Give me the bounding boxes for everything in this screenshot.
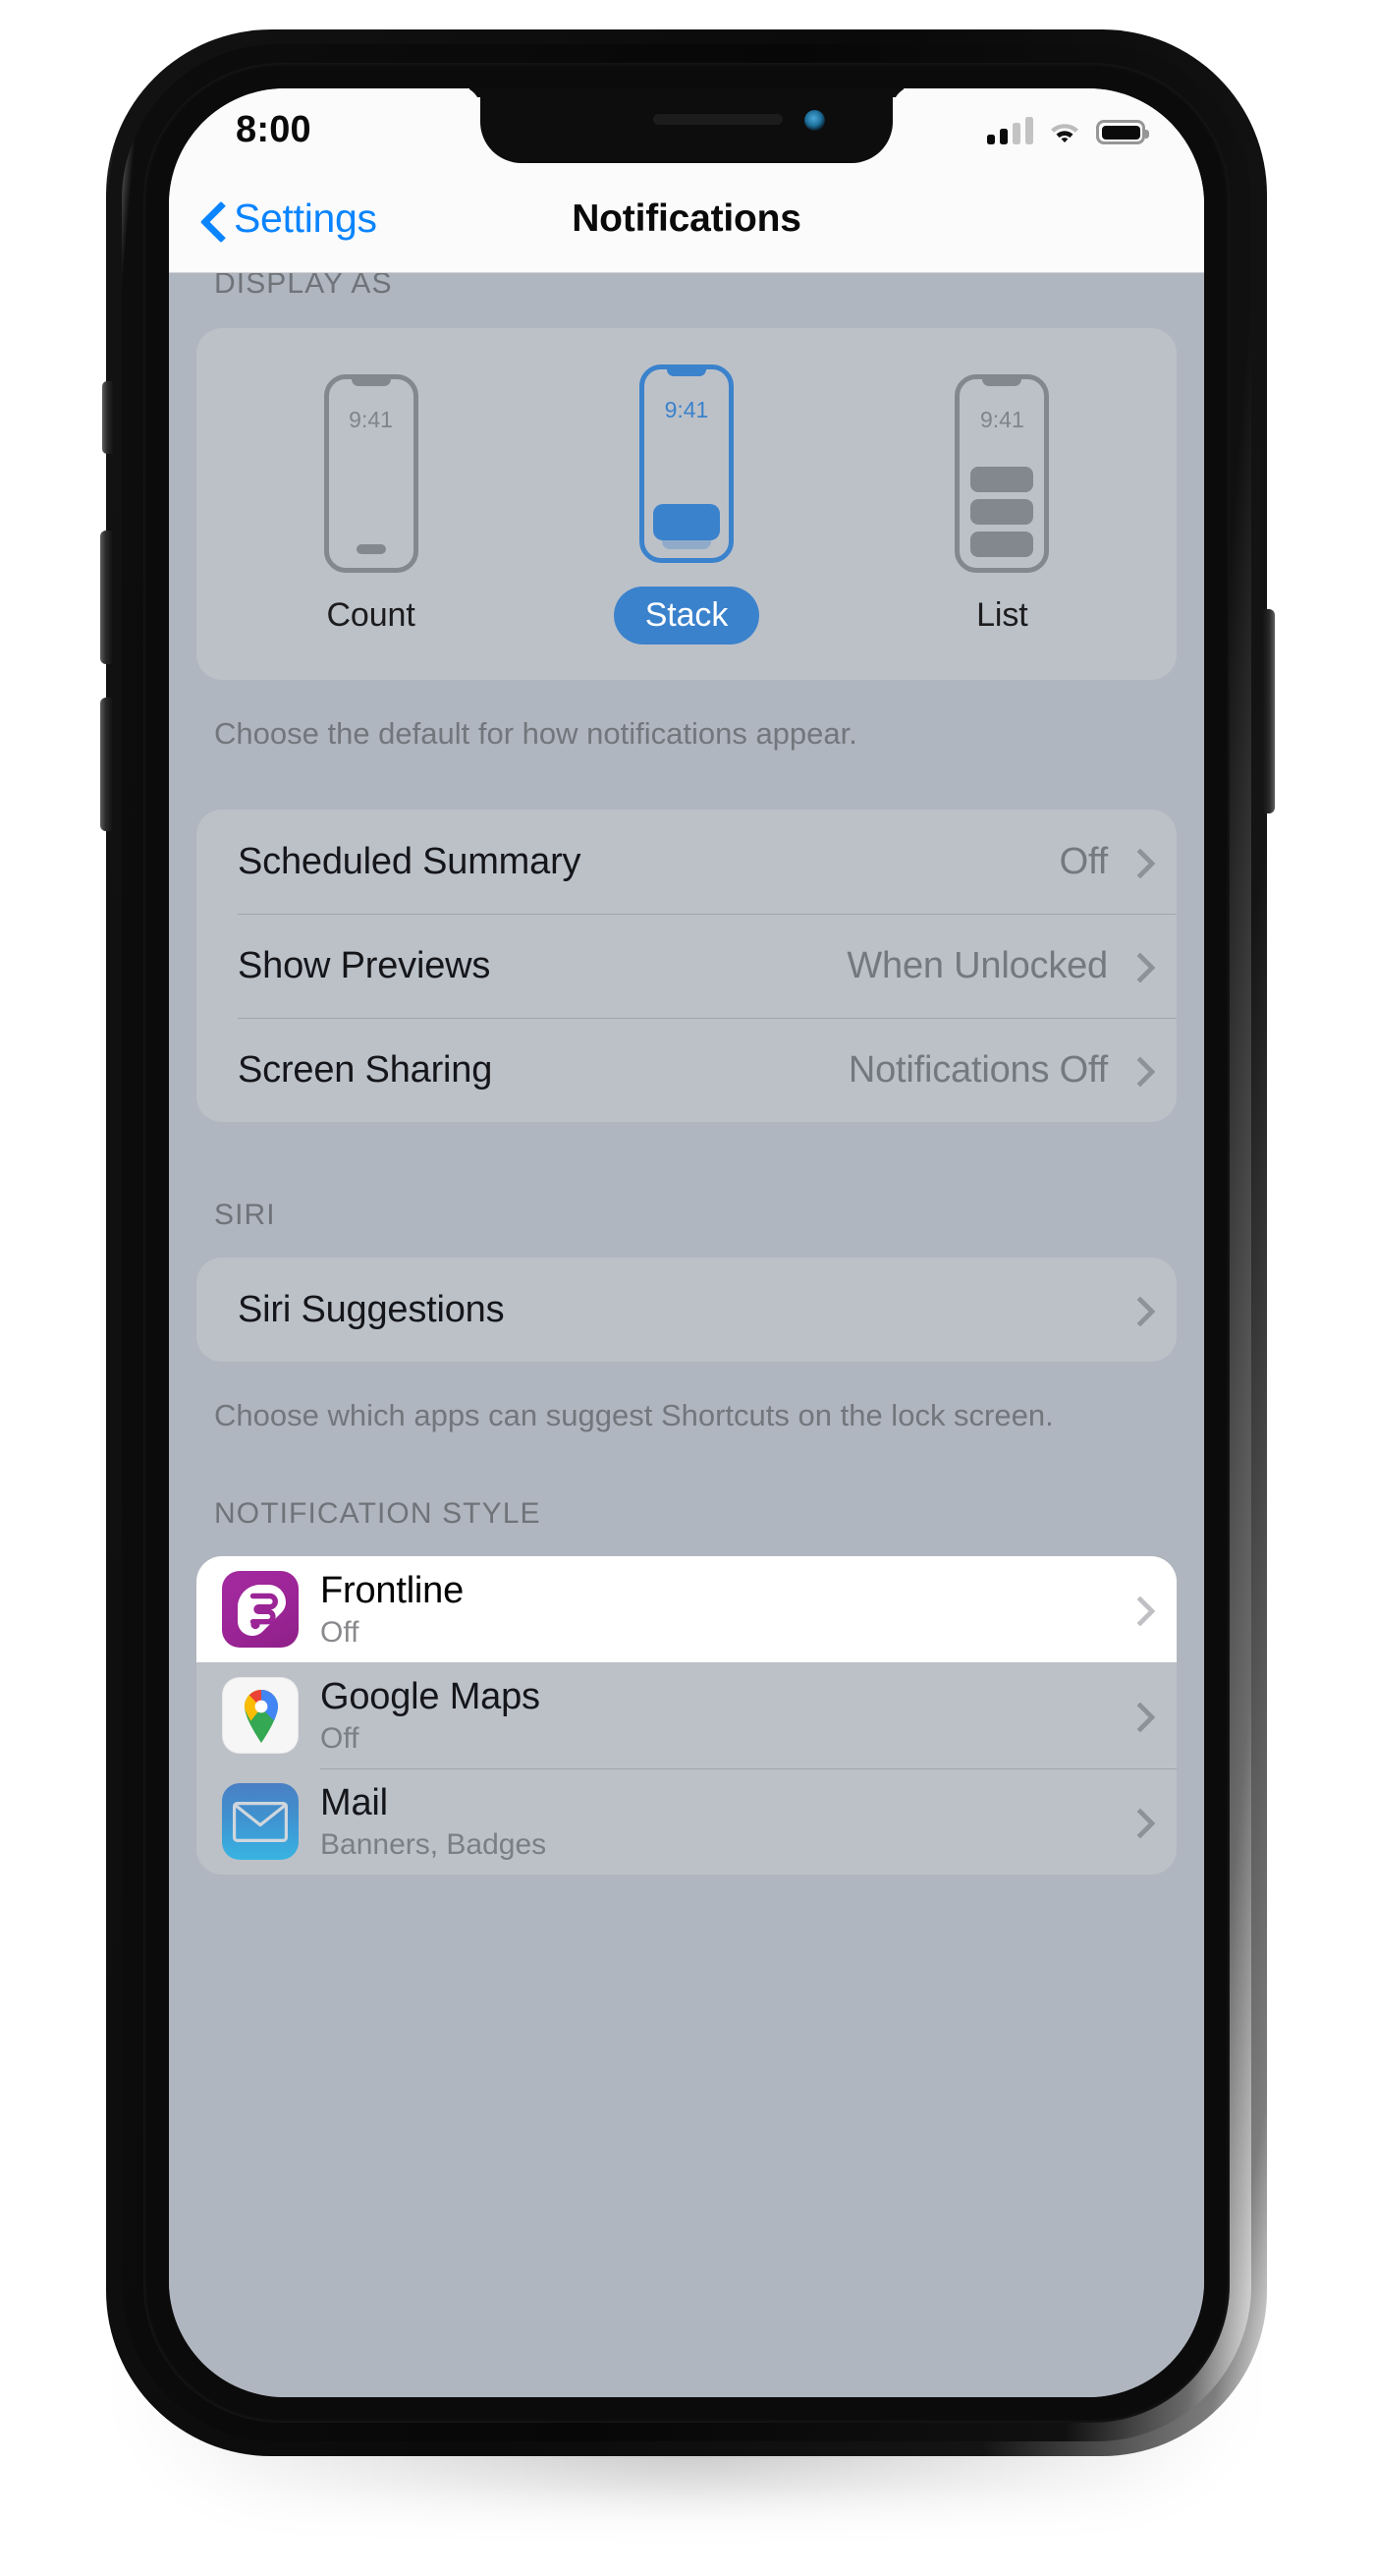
app-status: Off [320, 1615, 359, 1649]
list-preview-time: 9:41 [980, 406, 1024, 432]
chevron-right-icon [1129, 1808, 1145, 1835]
display-as-label-count: Count [326, 595, 415, 634]
phone-screen: 8:00 Settings Notifications DISPLAY AS 9… [169, 88, 1204, 2397]
display-as-label-list: List [976, 595, 1028, 634]
app-status: Banners, Badges [320, 1827, 547, 1861]
display-notch [480, 88, 893, 163]
wifi-icon [1051, 124, 1078, 142]
cellular-signal-icon [987, 117, 1033, 144]
row-value: Off [1059, 840, 1109, 882]
notification-style-card: Frontline Off Google Maps Off Mail Banne… [196, 1556, 1177, 1876]
chevron-right-icon [1129, 952, 1145, 980]
back-to-settings-button[interactable]: Settings [202, 196, 377, 242]
page-title: Notifications [572, 196, 801, 240]
siri-footnote: Choose which apps can suggest Shortcuts … [214, 1398, 1054, 1433]
stack-preview-phone-icon: 9:41 [638, 364, 734, 563]
row-screen-sharing[interactable]: Screen Sharing Notifications Off [196, 1018, 1177, 1122]
row-show-previews[interactable]: Show Previews When Unlocked [196, 914, 1177, 1018]
display-as-option-count[interactable]: 9:41 Count [323, 373, 418, 635]
app-row-mail[interactable]: Mail Banners, Badges [196, 1768, 1177, 1875]
volume-down-button[interactable] [100, 698, 112, 831]
display-as-card: 9:41 Count 9:41 Stack 9:41 List [196, 328, 1177, 680]
stack-preview-time: 9:41 [664, 396, 709, 422]
display-as-option-list[interactable]: 9:41 List [955, 373, 1050, 635]
row-title: Screen Sharing [238, 1048, 493, 1091]
row-scheduled-summary[interactable]: Scheduled Summary Off [196, 810, 1177, 914]
screenshot-root: 8:00 Settings Notifications DISPLAY AS 9… [0, 0, 1375, 2576]
row-title: Siri Suggestions [238, 1288, 505, 1330]
silent-switch-button[interactable] [102, 381, 113, 454]
count-preview-time: 9:41 [349, 406, 393, 432]
chevron-right-icon [1129, 1596, 1145, 1623]
app-name: Google Maps [320, 1675, 540, 1717]
frontline-app-icon [222, 1571, 299, 1649]
app-name: Mail [320, 1781, 388, 1823]
notification-options-card: Scheduled Summary Off Show Previews When… [196, 810, 1177, 1123]
display-as-label-stack: Stack [613, 586, 760, 644]
display-as-option-stack[interactable]: 9:41 Stack [613, 364, 760, 644]
navigation-bar: Settings Notifications [169, 165, 1204, 273]
app-name: Frontline [320, 1569, 465, 1611]
siri-section-header: SIRI [214, 1199, 276, 1232]
row-title: Scheduled Summary [238, 840, 581, 882]
app-status: Off [320, 1721, 359, 1755]
row-value: Notifications Off [848, 1048, 1108, 1091]
siri-card: Siri Suggestions [196, 1258, 1177, 1363]
chevron-right-icon [1129, 1296, 1145, 1323]
volume-up-button[interactable] [100, 531, 112, 664]
row-siri-suggestions[interactable]: Siri Suggestions [196, 1258, 1177, 1362]
google-maps-app-icon [222, 1677, 299, 1755]
display-as-section-header: DISPLAY AS [214, 273, 393, 300]
front-camera-icon [804, 110, 825, 131]
battery-icon [1096, 120, 1149, 144]
chevron-right-icon [1129, 1702, 1145, 1729]
chevron-right-icon [1129, 848, 1145, 875]
mail-app-icon [222, 1783, 299, 1861]
chevron-right-icon [1129, 1056, 1145, 1084]
app-row-google-maps[interactable]: Google Maps Off [196, 1662, 1177, 1768]
row-title: Show Previews [238, 944, 491, 986]
earpiece-speaker-icon [653, 114, 783, 125]
list-preview-phone-icon: 9:41 [955, 373, 1050, 573]
display-as-footnote: Choose the default for how notifications… [214, 716, 857, 751]
back-button-label: Settings [234, 196, 377, 241]
count-preview-phone-icon: 9:41 [323, 373, 418, 573]
status-bar-indicators [987, 117, 1149, 144]
settings-scroll-content[interactable]: DISPLAY AS 9:41 Count 9:41 Stack 9:41 Li… [169, 273, 1204, 2397]
power-button[interactable] [1263, 609, 1275, 813]
chevron-left-icon [202, 200, 224, 238]
status-bar-clock: 8:00 [236, 108, 311, 150]
row-value: When Unlocked [847, 944, 1108, 986]
app-row-frontline[interactable]: Frontline Off [196, 1556, 1177, 1663]
notification-style-section-header: NOTIFICATION STYLE [214, 1497, 541, 1531]
